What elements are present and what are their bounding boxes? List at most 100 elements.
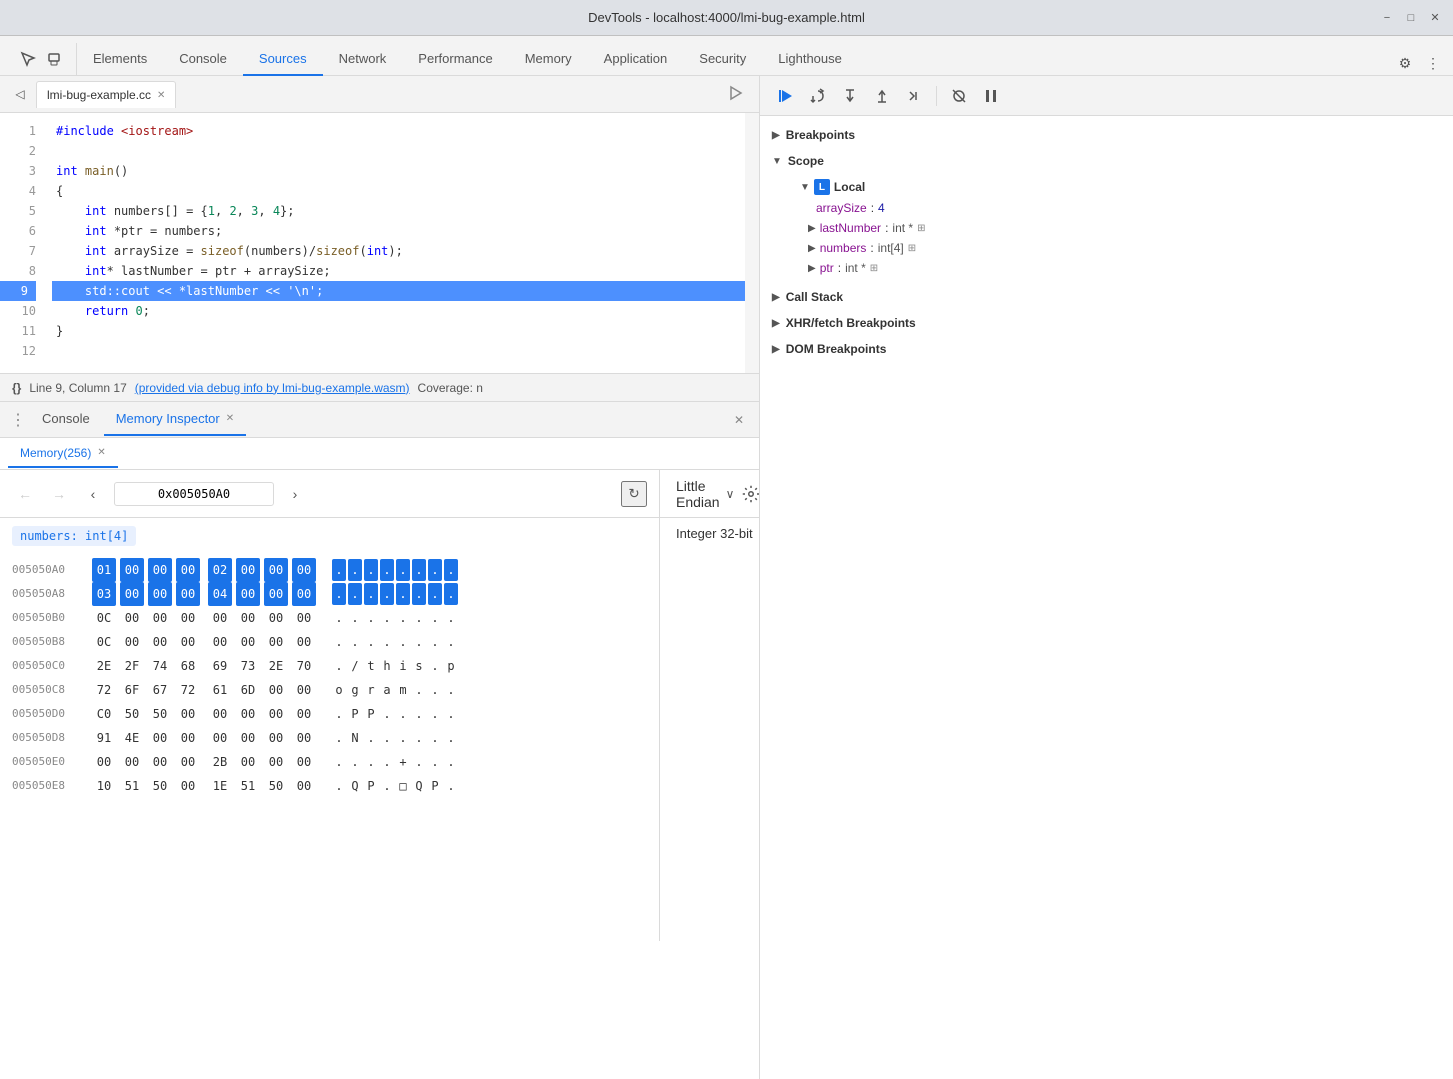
hex-byte[interactable]: 00 [120, 606, 144, 630]
nav-tab-sources[interactable]: Sources [243, 43, 323, 76]
hex-byte[interactable]: 00 [148, 606, 172, 630]
hex-byte[interactable]: 00 [264, 606, 288, 630]
hex-byte[interactable]: 00 [236, 726, 260, 750]
run-snippet-icon[interactable] [719, 81, 751, 108]
hex-byte[interactable]: 74 [148, 654, 172, 678]
step-over-button[interactable] [804, 82, 832, 110]
hex-byte[interactable]: 00 [208, 726, 232, 750]
nav-tab-elements[interactable]: Elements [77, 43, 163, 76]
hex-byte[interactable]: 00 [264, 726, 288, 750]
drawer-handle-icon[interactable]: ⋮ [8, 402, 28, 438]
hex-byte[interactable]: 00 [236, 582, 260, 606]
scope-item-numbers[interactable]: ▶ numbers : int[4] ⊞ [760, 238, 1453, 258]
hex-byte[interactable]: 2F [120, 654, 144, 678]
nav-tab-lighthouse[interactable]: Lighthouse [762, 43, 858, 76]
hex-byte[interactable]: 03 [92, 582, 116, 606]
code-content[interactable]: #include <iostream> int main() { int num… [44, 113, 745, 373]
hex-byte[interactable]: 51 [236, 774, 260, 798]
memory-inspector-tab-close[interactable]: ✕ [226, 413, 234, 424]
hex-byte[interactable]: 00 [236, 606, 260, 630]
hex-byte[interactable]: 00 [292, 774, 316, 798]
hex-byte[interactable]: 04 [208, 582, 232, 606]
hex-byte[interactable]: 91 [92, 726, 116, 750]
close-button[interactable]: ✕ [1427, 10, 1443, 26]
drawer-close-icon[interactable]: ✕ [727, 408, 751, 432]
nav-tab-performance[interactable]: Performance [402, 43, 508, 76]
hex-byte[interactable]: 00 [148, 582, 172, 606]
hex-byte[interactable]: 51 [120, 774, 144, 798]
hex-byte[interactable]: 50 [148, 774, 172, 798]
hex-byte[interactable]: 00 [292, 702, 316, 726]
dom-header[interactable]: ▶ DOM Breakpoints [760, 338, 1453, 360]
hex-byte[interactable]: 73 [236, 654, 260, 678]
scrollbar[interactable] [745, 113, 759, 373]
toggle-sidebar-icon[interactable]: ◁ [8, 82, 32, 106]
hex-byte[interactable]: 00 [208, 606, 232, 630]
hex-byte[interactable]: 00 [292, 582, 316, 606]
hex-byte[interactable]: 0C [92, 606, 116, 630]
hex-byte[interactable]: 00 [292, 558, 316, 582]
hex-byte[interactable]: 00 [264, 750, 288, 774]
scope-local-header[interactable]: ▼ L Local [760, 176, 1453, 198]
hex-byte[interactable]: 00 [236, 702, 260, 726]
xhr-header[interactable]: ▶ XHR/fetch Breakpoints [760, 312, 1453, 334]
scope-item-ptr[interactable]: ▶ ptr : int * ⊞ [760, 258, 1453, 278]
nav-tab-console[interactable]: Console [163, 43, 243, 76]
hex-byte[interactable]: 2E [264, 654, 288, 678]
hex-byte[interactable]: 00 [264, 558, 288, 582]
more-options-icon[interactable]: ⋮ [1421, 51, 1445, 75]
history-back-button[interactable]: ← [12, 481, 38, 507]
prev-page-button[interactable]: ‹ [80, 481, 106, 507]
memory-icon-lastnumber[interactable]: ⊞ [917, 223, 925, 234]
nav-tab-security[interactable]: Security [683, 43, 762, 76]
address-input[interactable] [114, 482, 274, 506]
hex-byte[interactable]: 00 [264, 582, 288, 606]
resume-button[interactable] [772, 82, 800, 110]
select-element-icon[interactable] [16, 47, 40, 71]
nav-tab-application[interactable]: Application [588, 43, 684, 76]
hex-byte[interactable]: 00 [208, 630, 232, 654]
hex-byte[interactable]: 50 [148, 702, 172, 726]
hex-byte[interactable]: 00 [120, 558, 144, 582]
step-into-button[interactable] [836, 82, 864, 110]
scope-item-arraysize[interactable]: arraySize : 4 [760, 198, 1453, 218]
hex-byte[interactable]: 00 [120, 582, 144, 606]
hex-byte[interactable]: 72 [176, 678, 200, 702]
hex-byte[interactable]: 00 [120, 750, 144, 774]
next-page-button[interactable]: › [282, 481, 308, 507]
drawer-tab-memory-inspector[interactable]: Memory Inspector ✕ [104, 403, 246, 436]
history-forward-button[interactable]: → [46, 481, 72, 507]
hex-byte[interactable]: 0C [92, 630, 116, 654]
hex-byte[interactable]: 70 [292, 654, 316, 678]
hex-byte[interactable]: 00 [264, 702, 288, 726]
memory-sub-tab-256[interactable]: Memory(256) ✕ [8, 440, 118, 468]
hex-byte[interactable]: 00 [264, 678, 288, 702]
settings-icon[interactable]: ⚙ [1393, 51, 1417, 75]
breakpoints-header[interactable]: ▶ Breakpoints [760, 124, 1453, 146]
nav-tab-network[interactable]: Network [323, 43, 403, 76]
hex-byte[interactable]: 2E [92, 654, 116, 678]
hex-byte[interactable]: 00 [264, 630, 288, 654]
hex-byte[interactable]: 02 [208, 558, 232, 582]
hex-byte[interactable]: 00 [292, 606, 316, 630]
hex-byte[interactable]: 2B [208, 750, 232, 774]
hex-byte[interactable]: 72 [92, 678, 116, 702]
nav-tab-memory[interactable]: Memory [509, 43, 588, 76]
drawer-tab-console[interactable]: Console [30, 403, 102, 436]
hex-byte[interactable]: 10 [92, 774, 116, 798]
memory-icon-ptr[interactable]: ⊞ [870, 263, 878, 274]
hex-byte[interactable]: 00 [148, 726, 172, 750]
hex-byte[interactable]: 00 [176, 774, 200, 798]
callstack-header[interactable]: ▶ Call Stack [760, 286, 1453, 308]
hex-byte[interactable]: 00 [176, 630, 200, 654]
hex-byte[interactable]: 6F [120, 678, 144, 702]
pause-on-exceptions-button[interactable] [977, 82, 1005, 110]
hex-byte[interactable]: 00 [176, 582, 200, 606]
hex-byte[interactable]: 1E [208, 774, 232, 798]
hex-byte[interactable]: 00 [176, 750, 200, 774]
settings-gear-icon[interactable] [742, 480, 759, 508]
hex-byte[interactable]: 00 [292, 678, 316, 702]
memory-sub-tab-close[interactable]: ✕ [97, 447, 105, 458]
hex-byte[interactable]: 00 [292, 750, 316, 774]
hex-byte[interactable]: 00 [176, 606, 200, 630]
